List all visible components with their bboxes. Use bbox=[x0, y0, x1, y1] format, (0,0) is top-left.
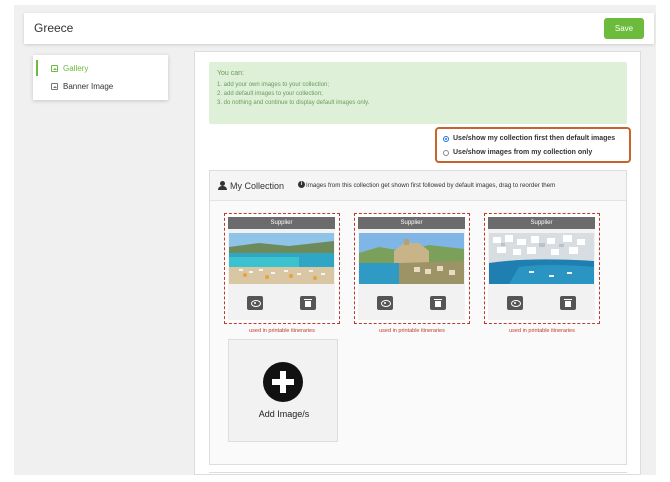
collection-note: Images from this collection get shown fi… bbox=[306, 182, 556, 189]
page-title: Greece bbox=[34, 21, 74, 35]
view-button[interactable] bbox=[507, 296, 523, 310]
info-line: 2. add default images to your collection… bbox=[217, 90, 323, 97]
delete-button[interactable] bbox=[430, 296, 446, 310]
radio-button[interactable] bbox=[443, 150, 449, 156]
card-usage-note: used in printable itineraries bbox=[249, 328, 315, 334]
info-icon: i bbox=[298, 181, 305, 188]
card-body: Supplier bbox=[488, 217, 595, 320]
display-options-group: Use/show my collection first then defaul… bbox=[435, 127, 631, 163]
image-card[interactable]: Supplier bbox=[354, 213, 470, 324]
sidebar-item-gallery[interactable]: Gallery bbox=[33, 60, 168, 78]
delete-button[interactable] bbox=[560, 296, 576, 310]
collection-header: My Collection i Images from this collect… bbox=[210, 171, 626, 201]
collection-title: My Collection bbox=[230, 181, 285, 191]
card-usage-note: used in printable itineraries bbox=[509, 328, 575, 334]
divider bbox=[209, 472, 627, 476]
radio-label: Use/show my collection first then defaul… bbox=[453, 135, 616, 142]
card-supplier-label: Supplier bbox=[228, 217, 335, 229]
beach-photo bbox=[229, 233, 334, 284]
add-image-tile[interactable]: Add Image/s bbox=[228, 339, 338, 442]
sidebar-item-banner-image[interactable]: Banner Image bbox=[33, 78, 168, 96]
info-box: You can: 1. add your own images to your … bbox=[209, 62, 627, 124]
card-usage-note: used in printable itineraries bbox=[379, 328, 445, 334]
view-button[interactable] bbox=[377, 296, 393, 310]
image-icon bbox=[51, 83, 58, 90]
card-body: Supplier bbox=[358, 217, 465, 320]
radio-label: Use/show images from my collection only bbox=[453, 149, 593, 156]
info-title: You can: bbox=[217, 70, 244, 77]
sidebar-item-label: Banner Image bbox=[63, 82, 114, 91]
info-line: 1. add your own images to your collectio… bbox=[217, 81, 330, 88]
sidebar-item-label: Gallery bbox=[63, 64, 89, 73]
delete-button[interactable] bbox=[300, 296, 316, 310]
sidebar: Gallery Banner Image bbox=[33, 55, 168, 100]
plus-circle-icon bbox=[263, 362, 303, 402]
my-collection-panel: My Collection i Images from this collect… bbox=[209, 170, 627, 465]
harbor-town-photo bbox=[489, 233, 594, 284]
card-body: Supplier bbox=[228, 217, 335, 320]
castle-photo bbox=[359, 233, 464, 284]
save-button[interactable]: Save bbox=[604, 18, 644, 39]
card-supplier-label: Supplier bbox=[358, 217, 465, 229]
view-button[interactable] bbox=[247, 296, 263, 310]
image-icon bbox=[51, 65, 58, 72]
image-card[interactable]: Supplier bbox=[224, 213, 340, 324]
user-icon bbox=[218, 181, 227, 191]
page-header: Greece Save bbox=[24, 13, 654, 44]
card-supplier-label: Supplier bbox=[488, 217, 595, 229]
info-line: 3. do nothing and continue to display de… bbox=[217, 99, 370, 106]
radio-button-selected[interactable] bbox=[443, 136, 449, 142]
image-card[interactable]: Supplier bbox=[484, 213, 600, 324]
main-panel: You can: 1. add your own images to your … bbox=[194, 51, 641, 475]
add-image-label: Add Image/s bbox=[258, 409, 310, 419]
